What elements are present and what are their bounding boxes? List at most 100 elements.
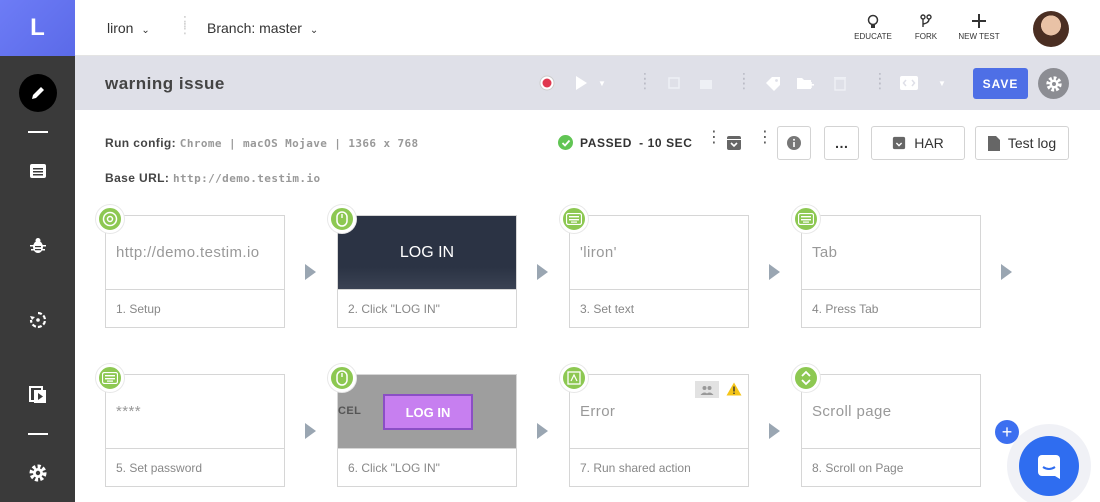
tag-icon — [766, 77, 780, 91]
caret-down-icon: ▼ — [598, 78, 606, 88]
gear-icon — [1045, 75, 1062, 92]
step-card[interactable]: Scroll page 8. Scroll on Page — [801, 374, 981, 487]
run-config-label: Run config: — [105, 136, 177, 150]
archive-menu-button[interactable]: ⋮ — [757, 130, 773, 146]
fork-label: FORK — [914, 32, 938, 41]
edit-button[interactable] — [0, 73, 75, 113]
settings-nav-button[interactable] — [0, 453, 75, 493]
archive-button[interactable] — [726, 135, 742, 156]
mouse-icon — [328, 364, 356, 392]
step-arrow-icon — [537, 423, 548, 439]
add-step-button[interactable]: + — [995, 420, 1019, 444]
step-label: 5. Set password — [116, 461, 203, 475]
fork-button[interactable]: FORK — [904, 14, 948, 41]
play-options-dropdown[interactable]: ▼ — [597, 74, 607, 92]
status-text: PASSED — [580, 135, 633, 150]
logo-letter: L — [30, 14, 45, 41]
runs-button[interactable] — [0, 300, 75, 340]
keyboard-icon — [792, 205, 820, 233]
har-button[interactable]: HAR — [871, 126, 965, 160]
pencil-icon — [18, 74, 57, 112]
keyboard-icon — [560, 205, 588, 233]
mouse-icon — [328, 205, 356, 233]
bug-icon — [29, 238, 46, 253]
run-config-value[interactable]: Chrome | macOS Mojave | 1366 x 768 — [180, 137, 419, 150]
refresh-icon — [29, 311, 46, 329]
step-card[interactable]: Error 7. Run shared action — [569, 374, 749, 487]
step-arrow-icon — [769, 423, 780, 439]
test-settings-button[interactable] — [1038, 68, 1069, 99]
scroll-icon — [792, 364, 820, 392]
step-preview: Error — [570, 375, 748, 449]
header-separator: ⋮ ⋮ — [178, 13, 192, 36]
caret-down-icon: ▼ — [938, 78, 946, 88]
people-icon — [695, 381, 719, 398]
gear-icon — [29, 464, 46, 482]
label-button[interactable] — [764, 74, 782, 92]
executions-button[interactable] — [0, 375, 75, 415]
status-menu-button[interactable]: ⋮ — [706, 130, 722, 146]
educate-button[interactable]: EDUCATE — [851, 14, 895, 41]
left-sidebar: L — [0, 0, 75, 502]
step-card[interactable]: **** 5. Set password — [105, 374, 285, 487]
test-log-button[interactable]: Test log — [975, 126, 1069, 160]
sidebar-divider-bottom — [28, 433, 48, 435]
step-card[interactable]: LOG IN 2. Click "LOG IN" — [337, 215, 517, 328]
user-dropdown[interactable]: liron ⌄ — [107, 20, 150, 36]
delete-button[interactable] — [831, 74, 849, 92]
group-icon — [700, 80, 712, 89]
chevron-down-icon: ⌄ — [309, 25, 319, 36]
record-button[interactable] — [538, 74, 556, 92]
status-duration: - 10 SEC — [639, 135, 693, 150]
step-preview-extra: CEL — [338, 405, 362, 417]
info-button[interactable] — [777, 126, 811, 160]
step-preview-text: LOG IN — [399, 243, 455, 261]
download-box-icon — [893, 136, 906, 150]
info-icon — [787, 136, 801, 150]
fork-icon — [904, 14, 948, 32]
trash-icon — [834, 77, 846, 91]
chat-button[interactable] — [1019, 436, 1079, 496]
new-test-button[interactable]: NEW TEST — [957, 14, 1001, 41]
branch-dropdown[interactable]: Branch: master ⌄ — [207, 20, 318, 36]
run-status[interactable]: PASSED - 10 SEC — [558, 135, 693, 150]
add-to-suite-button[interactable] — [796, 74, 814, 92]
step-card[interactable]: 'liron' 3. Set text — [569, 215, 749, 328]
step-label: 7. Run shared action — [580, 461, 691, 475]
play-button[interactable] — [572, 74, 590, 92]
code-button[interactable] — [900, 74, 918, 92]
step-arrow-icon — [1001, 264, 1012, 280]
app-logo[interactable]: L — [0, 0, 75, 56]
branch-name: Branch: master — [207, 20, 302, 36]
base-url: Base URL: http://demo.testim.io — [105, 171, 321, 185]
suites-button[interactable] — [0, 151, 75, 191]
group-button[interactable] — [697, 74, 715, 92]
step-card[interactable]: http://demo.testim.io 1. Setup — [105, 215, 285, 328]
toolbar-separator: ⋮ ⋮ — [638, 70, 652, 91]
step-card[interactable]: Tab 4. Press Tab — [801, 215, 981, 328]
step-screenshot: CEL LOG IN — [338, 375, 516, 449]
test-name[interactable]: warning issue — [105, 74, 225, 94]
avatar[interactable] — [1033, 11, 1069, 47]
step-action-button[interactable] — [665, 74, 683, 92]
plus-icon: + — [1001, 421, 1013, 442]
record-icon — [539, 75, 555, 91]
step-label: 2. Click "LOG IN" — [348, 302, 440, 316]
warning-icon[interactable] — [726, 382, 742, 401]
step-icon — [668, 77, 680, 89]
step-label: 8. Scroll on Page — [812, 461, 904, 475]
more-button[interactable]: … — [824, 126, 859, 160]
step-label: 6. Click "LOG IN" — [348, 461, 440, 475]
bugs-button[interactable] — [0, 226, 75, 266]
step-arrow-icon — [305, 423, 316, 439]
step-card[interactable]: CEL LOG IN 6. Click "LOG IN" — [337, 374, 517, 487]
step-screenshot: LOG IN — [338, 216, 516, 290]
step-arrow-icon — [537, 264, 548, 280]
check-circle-icon — [558, 135, 573, 150]
play-icon — [576, 76, 587, 90]
save-button[interactable]: SAVE — [973, 68, 1028, 99]
run-config: Run config: Chrome | macOS Mojave | 1366… — [105, 136, 419, 150]
step-preview: http://demo.testim.io — [106, 216, 284, 290]
code-options-dropdown[interactable]: ▼ — [937, 74, 947, 92]
base-url-value[interactable]: http://demo.testim.io — [173, 172, 320, 185]
